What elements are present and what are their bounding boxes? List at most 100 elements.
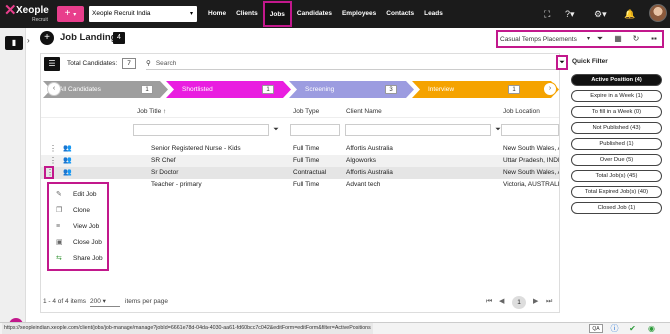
- refresh-icon[interactable]: ↻: [630, 33, 642, 45]
- xeople-logo[interactable]: ✕ Xeople Recruit: [4, 3, 52, 26]
- candidates-icon[interactable]: 👥: [63, 167, 72, 179]
- stage-screening[interactable]: Screening 3: [289, 81, 414, 98]
- filter-icon[interactable]: ⏷: [594, 33, 606, 45]
- column-header-client-name[interactable]: Client Name: [346, 108, 382, 115]
- candidates-icon[interactable]: 👥: [63, 143, 72, 155]
- row-menu-icon[interactable]: ⋮: [44, 166, 54, 179]
- table-row[interactable]: ⋮ 👥 Sr Doctor Contractual Affortis Austr…: [41, 166, 559, 179]
- quick-filter-expire-in-week[interactable]: Expire in a Week (1): [571, 90, 662, 102]
- quick-filter-icon[interactable]: ⏷: [556, 55, 568, 70]
- bell-icon[interactable]: 🔔: [624, 8, 635, 20]
- check-circle-icon[interactable]: ✔: [627, 323, 638, 334]
- first-page-icon[interactable]: ⏮: [486, 294, 492, 310]
- menu-item-view-job[interactable]: ≡ View Job: [49, 219, 107, 234]
- job-location-cell: New South Wales, AU: [503, 145, 559, 152]
- table-row[interactable]: ⋮ 👥 Senior Registered Nurse - Kids Full …: [41, 143, 559, 155]
- filter-icon[interactable]: ⏷: [270, 124, 282, 136]
- prev-page-icon[interactable]: ◀: [499, 294, 504, 310]
- nav-employees[interactable]: Employees: [337, 0, 381, 28]
- quick-filter-over-due[interactable]: Over Due (5): [571, 154, 662, 166]
- quick-filter-published[interactable]: Published (1): [571, 138, 662, 150]
- help-circle-icon[interactable]: ⓘ: [609, 323, 620, 334]
- quick-filter-closed-job[interactable]: Closed Job (1): [571, 202, 662, 214]
- chevron-down-icon: ▾: [586, 36, 590, 42]
- stage-interview[interactable]: Interview 1: [412, 81, 559, 98]
- pencil-icon: ✎: [56, 191, 62, 198]
- last-page-icon[interactable]: ⏭: [546, 294, 552, 310]
- status-bar: https://xeopleindian.xeople.com/client/j…: [0, 322, 670, 334]
- quick-filter-total-expired-jobs[interactable]: Total Expired Job(s) (40): [571, 186, 662, 198]
- search-input[interactable]: ⚲ Search: [146, 58, 556, 70]
- client-name-cell: Algoworks: [346, 157, 376, 164]
- nav-contacts[interactable]: Contacts: [381, 0, 419, 28]
- nav-clients[interactable]: Clients: [231, 0, 263, 28]
- chevron-right-icon[interactable]: ›: [543, 82, 557, 96]
- table-row[interactable]: Teacher - primary Full Time Advant tech …: [41, 179, 559, 191]
- nav-home[interactable]: Home: [203, 0, 231, 28]
- job-title-cell[interactable]: Sr Doctor: [151, 167, 291, 179]
- stage-shortlisted[interactable]: Shortlisted 1: [166, 81, 291, 98]
- nav-jobs[interactable]: Jobs: [262, 1, 292, 27]
- page-count-badge: 4: [113, 32, 125, 44]
- quick-filter-total-jobs[interactable]: Total Job(s) (45): [571, 170, 662, 182]
- job-type-cell: Full Time: [293, 145, 320, 152]
- job-title-filter-input[interactable]: [133, 124, 269, 136]
- column-header-job-type[interactable]: Job Type: [293, 108, 319, 115]
- organization-select[interactable]: Xeople Recruit India ▾: [89, 6, 197, 22]
- candidates-icon[interactable]: 👥: [63, 155, 72, 167]
- column-header-job-location[interactable]: Job Location: [503, 108, 540, 115]
- page-title: Job Landing: [60, 32, 117, 43]
- chevron-left-icon[interactable]: ‹: [47, 82, 61, 96]
- quick-filter-not-published[interactable]: Not Published (43): [571, 122, 662, 134]
- menu-item-label: Clone: [73, 207, 90, 214]
- menu-item-close-job[interactable]: ▣ Close Job: [49, 235, 107, 250]
- help-icon[interactable]: ?▾: [565, 8, 575, 20]
- menu-item-share-job[interactable]: ⇆ Share Job: [49, 251, 107, 266]
- client-name-filter-input[interactable]: [345, 124, 491, 136]
- menu-item-label: Edit Job: [73, 191, 97, 198]
- quick-filter-active-position[interactable]: Active Position (4): [571, 74, 662, 86]
- page-size-select[interactable]: 200 ▾: [90, 297, 120, 307]
- row-context-menu: ✎ Edit Job ❐ Clone ≡ View Job ▣ Close Jo…: [47, 182, 109, 271]
- nav-leads[interactable]: Leads: [419, 0, 448, 28]
- row-menu-icon[interactable]: ⋮: [49, 143, 57, 155]
- view-toolbar: Casual Temps Placements ▾ ⏷ ▦ ↻ ▪▪: [496, 30, 664, 48]
- grid-view-icon[interactable]: ▪▪: [648, 33, 660, 45]
- column-header-job-title[interactable]: Job Title ↑: [137, 108, 166, 115]
- filter-toggle-button[interactable]: ☰: [44, 57, 60, 71]
- table-row[interactable]: ⋮ 👥 SR Chef Full Time Algoworks Uttar Pr…: [41, 155, 559, 167]
- page-size-label: items per page: [125, 298, 168, 305]
- pager: 1 - 4 of 4 items 200 ▾ items per page ⏮ …: [41, 294, 559, 310]
- stage-count: 3: [385, 85, 397, 94]
- job-location-filter-input[interactable]: [501, 124, 559, 136]
- stage-all-candidates[interactable]: All Candidates 1: [43, 81, 168, 98]
- briefcase-icon[interactable]: ▮: [5, 36, 23, 50]
- menu-item-edit-job[interactable]: ✎ Edit Job: [49, 187, 107, 202]
- column-header-label: Job Title: [137, 108, 162, 115]
- menu-item-clone[interactable]: ❐ Clone: [49, 203, 107, 218]
- left-rail: ▮: [0, 28, 26, 334]
- job-type-filter-input[interactable]: [290, 124, 340, 136]
- gear-icon[interactable]: ⚙▾: [594, 8, 607, 20]
- add-job-button[interactable]: +: [40, 31, 54, 45]
- nav-candidates[interactable]: Candidates: [292, 0, 337, 28]
- chevron-right-icon[interactable]: ›: [27, 36, 37, 46]
- job-title-cell[interactable]: SR Chef: [151, 155, 291, 167]
- stage-label: All Candidates: [59, 86, 101, 93]
- view-select[interactable]: Casual Temps Placements ▾: [500, 34, 590, 45]
- quick-filter-to-fill-in-week[interactable]: To fill in a Week (0): [571, 106, 662, 118]
- quick-add-button[interactable]: + ▾: [57, 6, 84, 22]
- calendar-icon[interactable]: ▦: [612, 33, 624, 45]
- next-page-icon[interactable]: ▶: [533, 294, 538, 310]
- chevron-down-icon: ▾: [189, 11, 193, 17]
- client-name-cell: Affortis Australia: [346, 169, 393, 176]
- avatar[interactable]: [649, 4, 667, 22]
- current-page[interactable]: 1: [512, 296, 526, 309]
- fullscreen-icon[interactable]: ⛶: [544, 8, 550, 20]
- job-title-cell[interactable]: Teacher - primary: [151, 179, 291, 191]
- briefcase-icon: ▣: [56, 239, 63, 246]
- logo-subtext: Recruit: [32, 17, 48, 23]
- qa-badge[interactable]: QA: [589, 324, 603, 333]
- job-type-cell: Full Time: [293, 181, 320, 188]
- job-title-cell[interactable]: Senior Registered Nurse - Kids: [151, 143, 291, 155]
